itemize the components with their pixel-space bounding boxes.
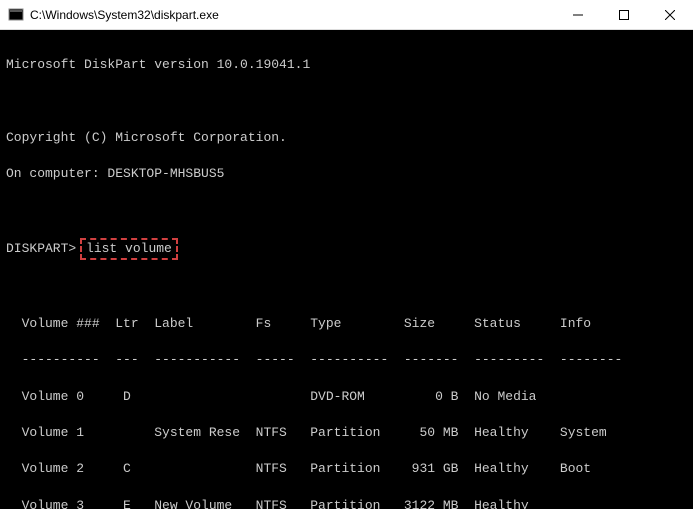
window-title: C:\Windows\System32\diskpart.exe bbox=[30, 8, 555, 22]
app-icon bbox=[8, 7, 24, 23]
prompt-line-1: DISKPART> list volume bbox=[6, 238, 687, 260]
blank-line bbox=[6, 93, 687, 111]
prompt-text: DISKPART> bbox=[6, 241, 76, 256]
terminal-output[interactable]: Microsoft DiskPart version 10.0.19041.1 … bbox=[0, 30, 693, 509]
blank-line bbox=[6, 202, 687, 220]
blank-line bbox=[6, 278, 687, 296]
maximize-button[interactable] bbox=[601, 0, 647, 29]
window-controls bbox=[555, 0, 693, 29]
table-row: Volume 3 E New Volume NTFS Partition 312… bbox=[6, 497, 687, 509]
copyright-line: Copyright (C) Microsoft Corporation. bbox=[6, 129, 687, 147]
table-row: Volume 1 System Rese NTFS Partition 50 M… bbox=[6, 424, 687, 442]
table-row: Volume 2 C NTFS Partition 931 GB Healthy… bbox=[6, 460, 687, 478]
window: C:\Windows\System32\diskpart.exe Microso… bbox=[0, 0, 693, 509]
minimize-button[interactable] bbox=[555, 0, 601, 29]
command-highlight: list volume bbox=[80, 238, 178, 260]
table-divider: ---------- --- ----------- ----- -------… bbox=[6, 351, 687, 369]
version-line: Microsoft DiskPart version 10.0.19041.1 bbox=[6, 56, 687, 74]
titlebar[interactable]: C:\Windows\System32\diskpart.exe bbox=[0, 0, 693, 30]
command-1: list volume bbox=[86, 241, 172, 256]
table-row: Volume 0 D DVD-ROM 0 B No Media bbox=[6, 388, 687, 406]
table-header: Volume ### Ltr Label Fs Type Size Status… bbox=[6, 315, 687, 333]
close-button[interactable] bbox=[647, 0, 693, 29]
computer-line: On computer: DESKTOP-MHSBUS5 bbox=[6, 165, 687, 183]
